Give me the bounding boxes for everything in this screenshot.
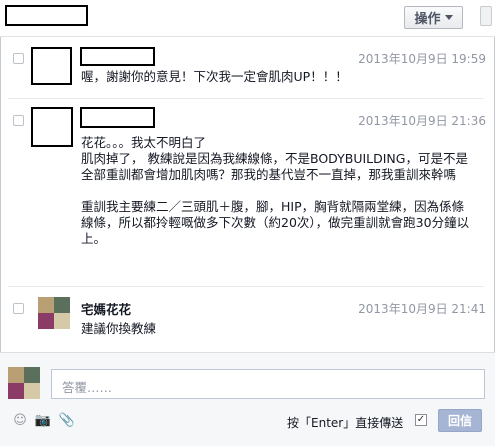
message-timestamp: 2013年10月9日 19:59 [358,52,486,66]
camera-icon[interactable]: 📷 [35,412,51,428]
message-item: 2013年10月9日 19:59 喔，謝謝你的意見！下次我一定會肌肉UP！！！ [0,36,495,98]
enter-to-send-label: 按「Enter」直接傳送 [287,416,404,430]
message-text: 花花。。。我太不明白了 肌肉掉了， 教練說是因為我練線條，不是BODYBUILD… [81,135,470,246]
attach-icon[interactable]: 📎 [59,412,75,428]
redacted-avatar [31,107,73,147]
redacted-avatar [31,47,72,85]
actions-button-label: 操作 [414,12,441,27]
redacted-conversation-title [5,5,88,26]
enter-to-send-checkbox[interactable]: ✓ [415,414,427,426]
chevron-down-icon [444,15,453,20]
avatar[interactable] [38,297,70,329]
select-checkbox[interactable] [13,115,24,126]
message-item: 2013年10月9日 21:36 花花。。。我太不明白了 肌肉掉了， 教練說是因… [0,99,495,285]
reply-input[interactable]: 答覆…… [51,369,485,399]
conversation-header: 操作 [0,0,495,37]
message-text: 喔，謝謝你的意見！下次我一定會肌肉UP！！！ [81,69,348,84]
scrollbar[interactable] [480,6,492,26]
message-timestamp: 2013年10月9日 21:36 [358,114,486,128]
reply-composer: 答覆…… ☺ 📷 📎 按「Enter」直接傳送 ✓ 回信 [0,352,495,446]
redacted-sender-name [80,107,155,128]
reply-button[interactable]: 回信 [438,409,482,432]
message-item: 宅媽花花 2013年10月9日 21:41 建議你換教練 [0,287,495,349]
actions-button[interactable]: 操作 [404,6,463,29]
message-text: 建議你換教練 [81,321,157,336]
message-timestamp: 2013年10月9日 21:41 [358,302,486,316]
select-checkbox[interactable] [13,303,24,314]
redacted-sender-name [80,47,155,66]
emoji-icon[interactable]: ☺ [12,412,28,428]
select-checkbox[interactable] [13,53,24,64]
my-avatar [8,367,40,399]
sender-name[interactable]: 宅媽花花 [81,299,131,318]
